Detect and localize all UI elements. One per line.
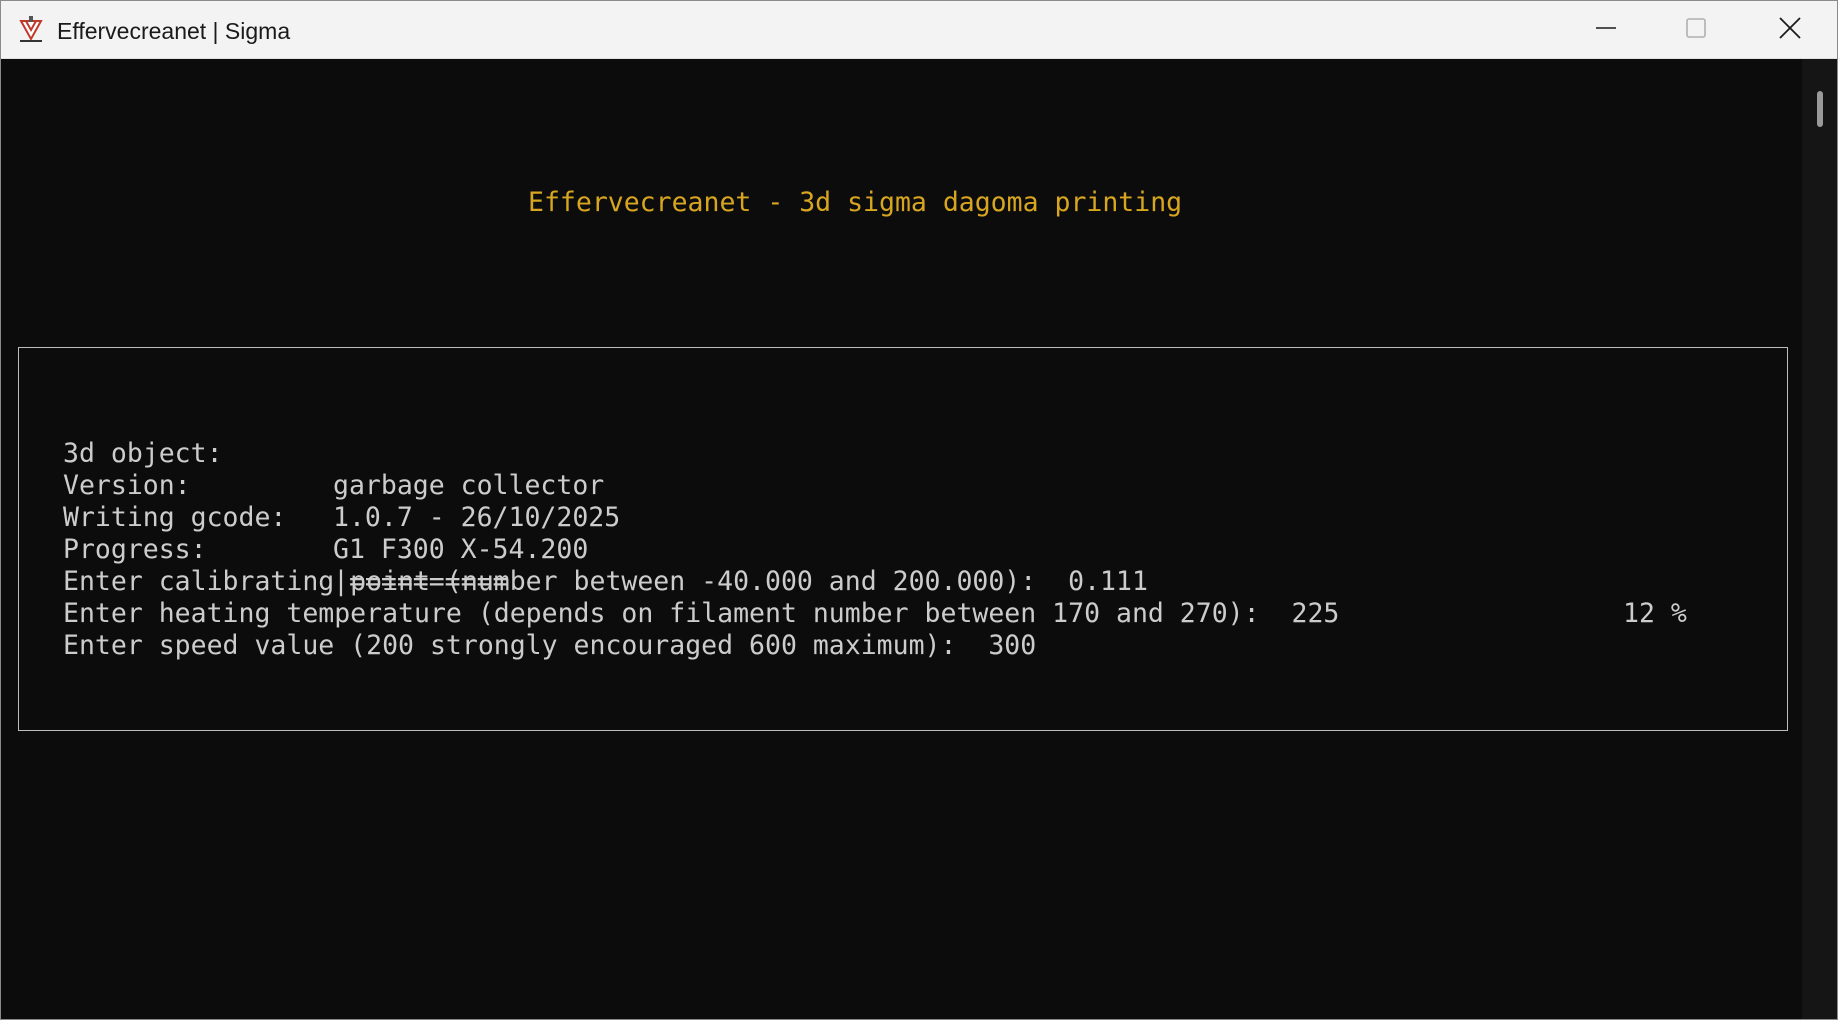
status-panel: 3d object: garbage collector Version: 1.…	[18, 347, 1788, 731]
terminal-output[interactable]: Effervecreanet - 3d sigma dagoma printin…	[1, 59, 1801, 1019]
title-bar[interactable]: Effervecreanet | Sigma	[1, 1, 1837, 59]
window-title: Effervecreanet | Sigma	[57, 18, 291, 44]
prompt-heating-temperature: Enter heating temperature (depends on fi…	[63, 598, 1340, 629]
close-icon	[1778, 16, 1802, 44]
prompt-calibrating-point: Enter calibrating point (number between …	[63, 566, 1148, 597]
scrollbar-thumb[interactable]	[1817, 91, 1823, 127]
info-label: Progress:	[63, 534, 207, 565]
maximize-icon	[1685, 17, 1707, 43]
minimize-button[interactable]	[1561, 1, 1651, 58]
terminal-header: Effervecreanet - 3d sigma dagoma printin…	[528, 187, 1183, 218]
close-button[interactable]	[1745, 1, 1835, 58]
maximize-button[interactable]	[1651, 1, 1741, 58]
minimize-icon	[1595, 17, 1617, 43]
console-window: Effervecreanet | Sigma Effervecreanet - …	[0, 0, 1838, 1020]
vertical-scrollbar[interactable]	[1802, 59, 1837, 1019]
progress-percent: 12 %	[1623, 598, 1687, 629]
sigma-app-icon	[17, 15, 45, 43]
prompt-speed-value: Enter speed value (200 strongly encourag…	[63, 630, 1037, 661]
